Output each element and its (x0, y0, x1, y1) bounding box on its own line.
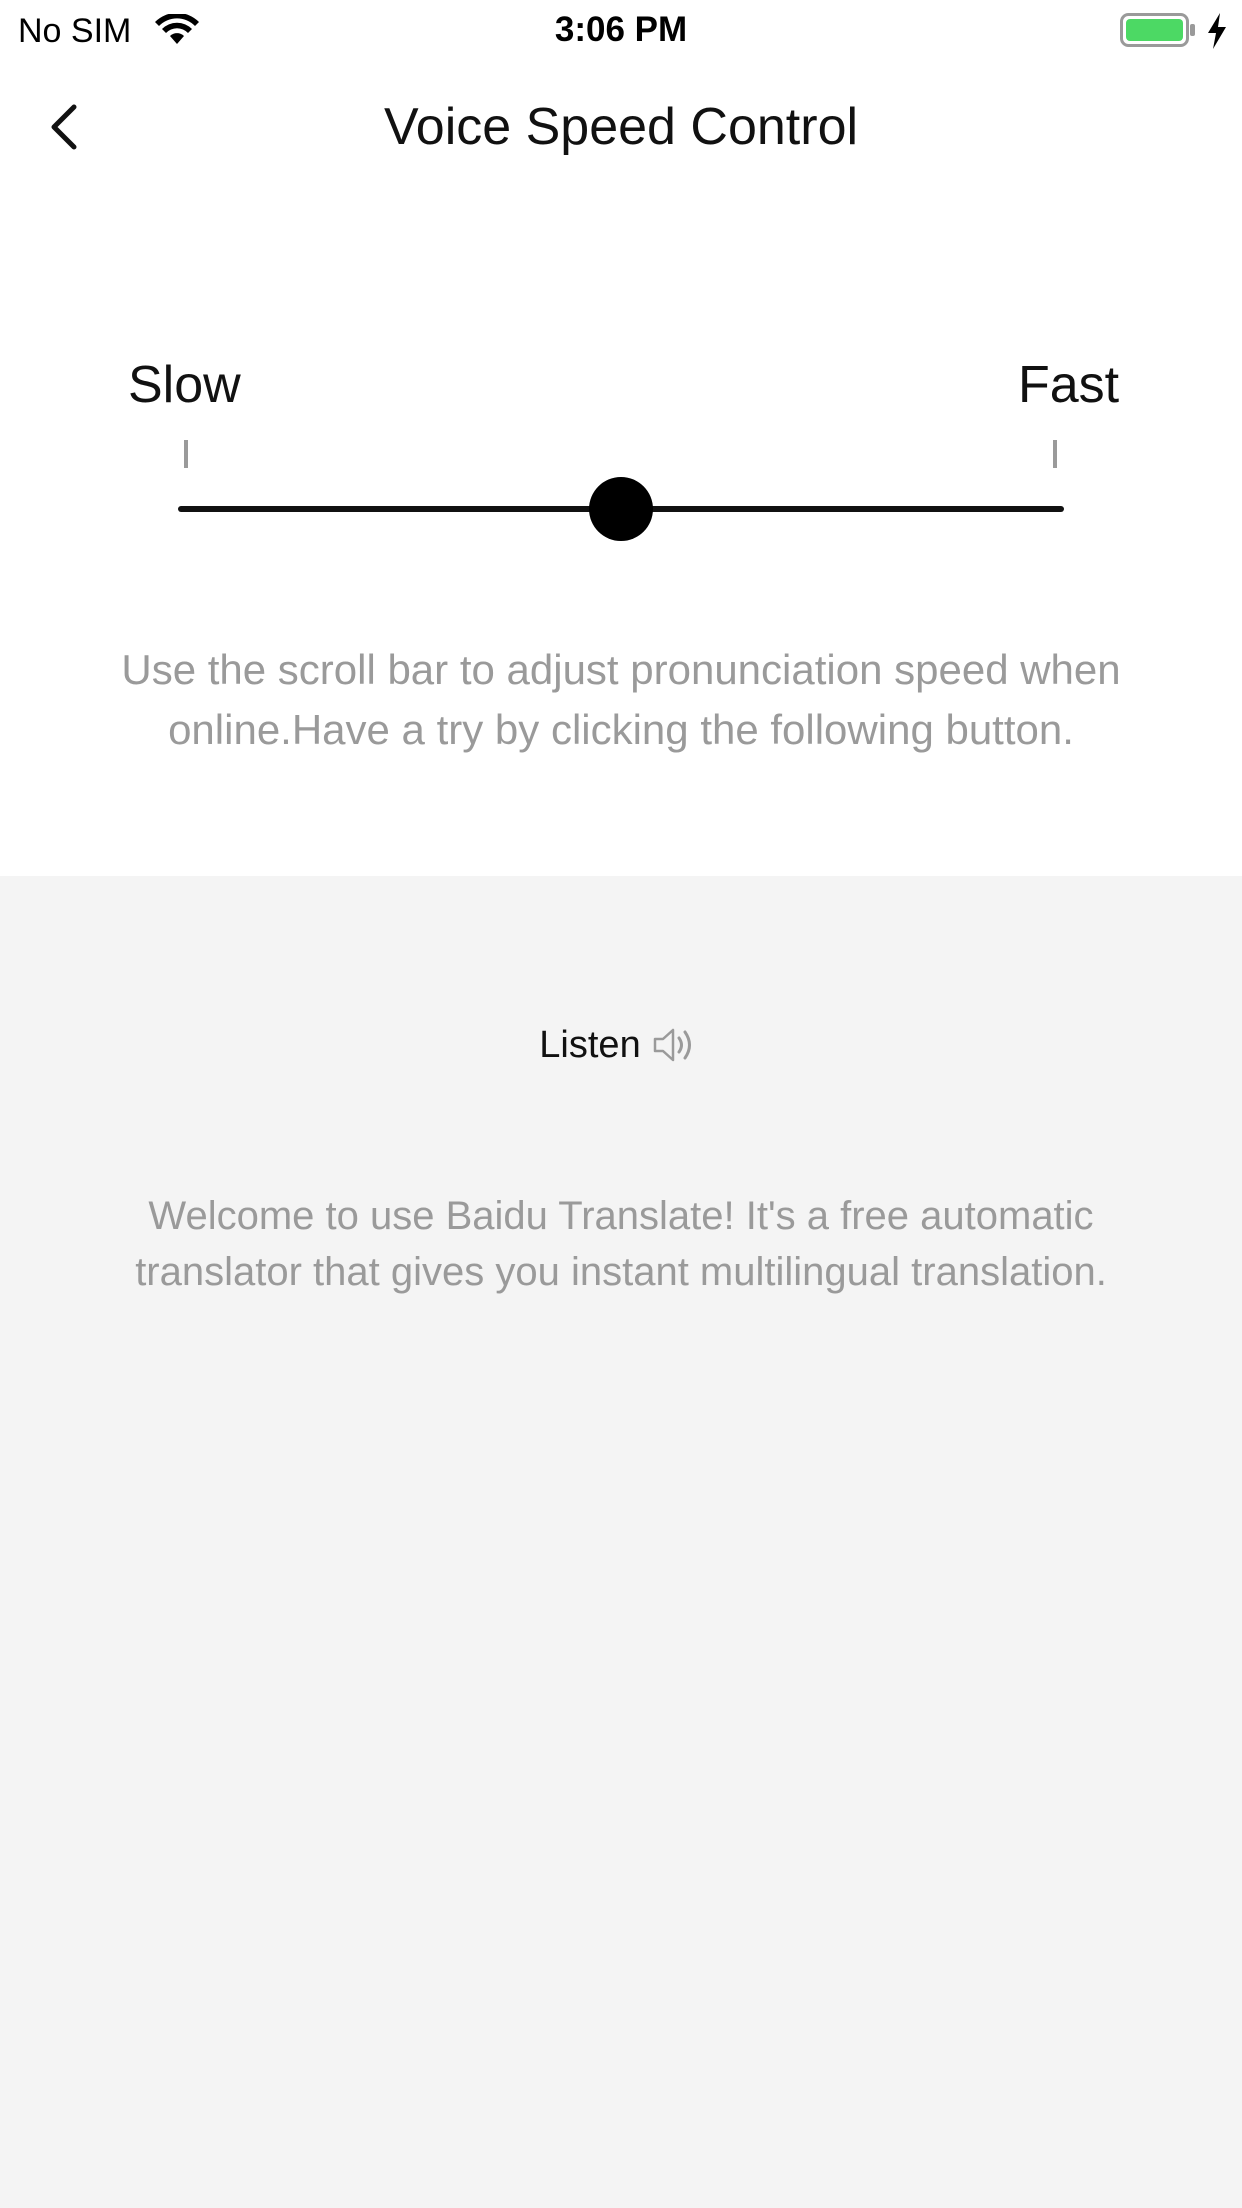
status-bar: No SIM 3:06 PM (0, 0, 1242, 62)
charging-bolt-icon (1208, 13, 1226, 49)
instructions-text: Use the scroll bar to adjust pronunciati… (121, 646, 1121, 753)
slider-thumb[interactable] (589, 477, 653, 541)
speed-slider[interactable] (178, 470, 1064, 550)
slider-min-tick (184, 440, 188, 468)
slider-max-tick (1053, 440, 1057, 468)
listen-label: Listen (539, 1023, 641, 1066)
listen-button[interactable]: Listen (500, 1015, 740, 1075)
battery-icon (1120, 13, 1195, 47)
status-time: 3:06 PM (554, 10, 688, 49)
fast-label: Fast (1018, 356, 1120, 414)
page-title: Voice Speed Control (383, 98, 859, 156)
sample-text: Welcome to use Baidu Translate! It's a f… (135, 1194, 1107, 1294)
speaker-icon (653, 1028, 691, 1062)
slow-label: Slow (128, 356, 241, 414)
